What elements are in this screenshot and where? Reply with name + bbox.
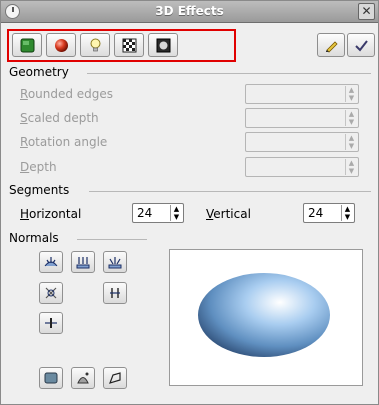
update-button[interactable] [347,33,375,57]
checker-texture-icon [122,38,137,53]
vertical-value[interactable]: 24 [308,206,323,220]
horizontal-label: Horizontal [20,207,81,221]
geometry-mode-button[interactable] [12,33,42,57]
rotation-angle-label: Rotation angle [20,135,107,149]
label-text: epth [29,160,57,174]
rounded-edges-label: Rounded edges [20,87,113,101]
title-bar[interactable]: 3D Effects ✕ [1,1,378,23]
double-sided-icon [110,288,120,298]
perspective-toggle-button[interactable] [103,367,127,389]
mnemonic: R [20,135,28,149]
green-square-icon [20,38,35,53]
close-icon[interactable]: ✕ [358,3,375,20]
spherical-normals-button[interactable] [103,251,127,273]
convert-3d-icon [44,372,58,384]
material-mode-button[interactable] [148,33,178,57]
spin-arrows-icon[interactable]: ▲ ▼ [341,205,353,221]
illumination-mode-button[interactable] [80,33,110,57]
material-icon [156,38,171,53]
assign-button[interactable] [317,33,345,57]
lathe-object-icon [77,372,89,384]
mnemonic: H [20,207,30,221]
double-sided-normals-icon [45,318,57,328]
label-text: orizontal [29,207,82,221]
horizontal-value[interactable]: 24 [137,206,152,220]
3d-preview[interactable] [169,249,363,386]
perspective-icon [109,372,121,384]
scaled-depth-label: Scaled depth [20,111,99,125]
normals-separator [77,239,147,240]
spin-arrows-icon[interactable]: ▲ ▼ [345,110,357,126]
vertical-segments-field[interactable]: 24 ▲ ▼ [303,203,355,223]
convert-to-3d-button[interactable] [39,367,63,389]
geometry-separator [87,73,371,74]
invert-normals-icon [45,287,57,299]
sphere-preview [198,273,330,357]
double-sided-button[interactable] [39,312,63,334]
mnemonic: D [20,160,30,174]
rounded-edges-field[interactable]: ▲ ▼ [245,84,359,104]
light-bulb-icon [90,38,101,52]
label-text: ertical [213,207,251,221]
pen-icon [326,41,338,53]
label-text: caled depth [27,111,99,125]
checkmark-icon [355,40,368,52]
rotation-angle-field[interactable]: ▲ ▼ [245,132,359,152]
textures-mode-button[interactable] [114,33,144,57]
flat-normals-button[interactable] [71,251,95,273]
mnemonic: R [20,87,28,101]
normals-heading: Normals [9,231,59,245]
spin-arrows-icon[interactable]: ▲ ▼ [345,134,357,150]
object-normals-icon [44,257,58,267]
convert-to-lathe-button[interactable] [71,367,95,389]
segments-separator [89,191,371,192]
mnemonic: S [20,111,28,125]
label-text: ounded edges [27,87,114,101]
depth-label: Depth [20,160,57,174]
spin-arrows-icon[interactable]: ▲ ▼ [345,86,357,102]
scaled-depth-field[interactable]: ▲ ▼ [245,108,359,128]
segments-heading: Segments [9,183,70,197]
label-text: otation angle [27,135,108,149]
spherical-normals-icon [108,257,122,269]
3d-effects-window: 3D Effects ✕ Geometry Rounded edges ▲ ▼ … [0,0,379,405]
geometry-heading: Geometry [9,65,69,79]
shading-mode-button[interactable] [46,33,76,57]
horizontal-segments-field[interactable]: 24 ▲ ▼ [132,203,184,223]
flat-normals-icon [76,257,90,269]
depth-field[interactable]: ▲ ▼ [245,157,359,177]
spin-arrows-icon[interactable]: ▲ ▼ [170,205,182,221]
double-sided-illumination-button[interactable] [103,282,127,304]
invert-normals-button[interactable] [39,282,63,304]
red-sphere-icon [55,39,68,52]
spin-arrows-icon[interactable]: ▲ ▼ [345,159,357,175]
vertical-label: Vertical [206,207,251,221]
window-title: 3D Effects [155,4,224,18]
object-specific-normals-button[interactable] [39,251,63,273]
